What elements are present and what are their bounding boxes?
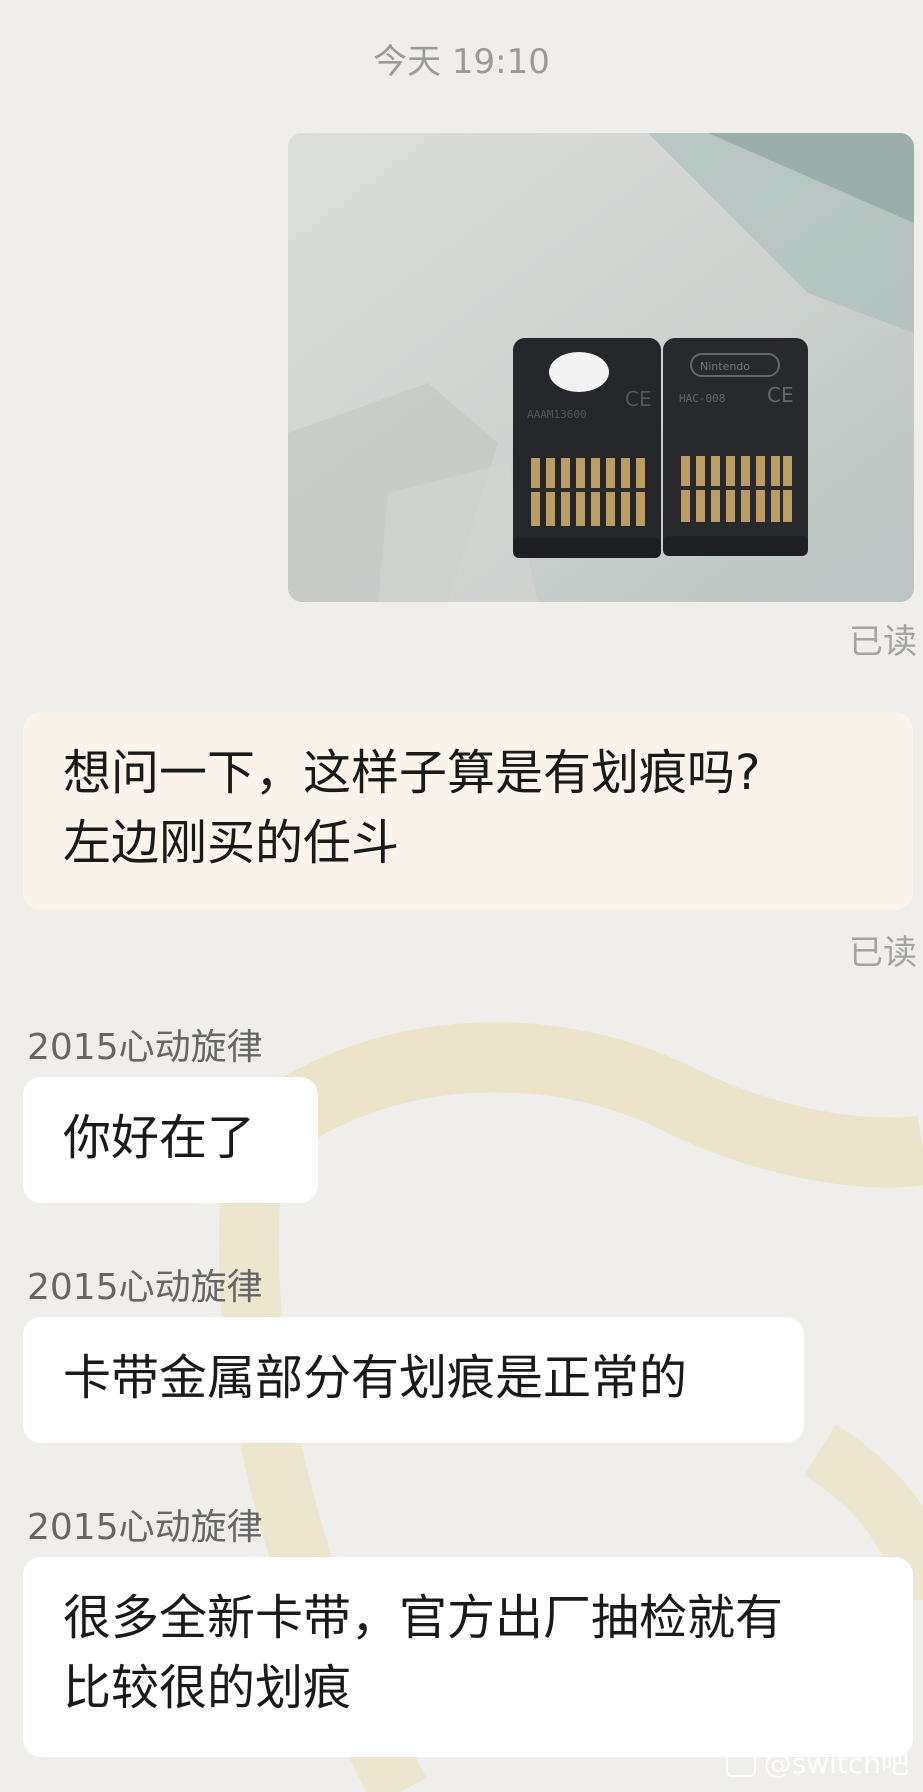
sender-name: 2015心动旋律 [27, 1267, 263, 1308]
left-game-card: AAAM13600 CE [513, 338, 661, 558]
read-receipt: 已读 [849, 622, 917, 662]
watermark-text: @switch吧 [763, 1747, 909, 1780]
game-cards-photo: AAAM13600 CE Nintendo HAC-008 CE [288, 133, 914, 602]
their-message-bubble[interactable]: 卡带金属部分有划痕是正常的 [23, 1317, 804, 1443]
svg-text:HAC-008: HAC-008 [679, 392, 725, 405]
sender-name: 2015心动旋律 [27, 1027, 263, 1068]
my-message-bubble[interactable]: 想问一下，这样子算是有划痕吗? 左边刚买的任斗 [23, 712, 913, 910]
message-text-line: 想问一下，这样子算是有划痕吗? [63, 745, 761, 801]
svg-text:AAAM13600: AAAM13600 [527, 408, 587, 421]
read-receipt: 已读 [849, 933, 917, 973]
svg-text:CE: CE [767, 383, 794, 407]
message-text-line: 很多全新卡带，官方出厂抽检就有 [63, 1590, 784, 1646]
tieba-icon [725, 1747, 756, 1777]
svg-text:CE: CE [625, 387, 652, 411]
sender-name: 2015心动旋律 [27, 1507, 263, 1548]
image-message[interactable]: AAAM13600 CE Nintendo HAC-008 CE [288, 133, 914, 602]
their-message-bubble[interactable]: 很多全新卡带，官方出厂抽检就有 比较很的划痕 [23, 1557, 913, 1757]
their-message-bubble[interactable]: 你好在了 [23, 1077, 318, 1203]
message-timestamp: 今天 19:10 [373, 42, 550, 82]
message-text-line: 比较很的划痕 [63, 1660, 352, 1716]
message-text: 你好在了 [63, 1110, 256, 1166]
message-text: 卡带金属部分有划痕是正常的 [63, 1350, 688, 1406]
svg-text:Nintendo: Nintendo [700, 360, 750, 373]
right-game-card: Nintendo HAC-008 CE [663, 338, 808, 556]
watermark: @switch吧 [725, 1742, 909, 1782]
message-text-line: 左边刚买的任斗 [63, 815, 400, 871]
